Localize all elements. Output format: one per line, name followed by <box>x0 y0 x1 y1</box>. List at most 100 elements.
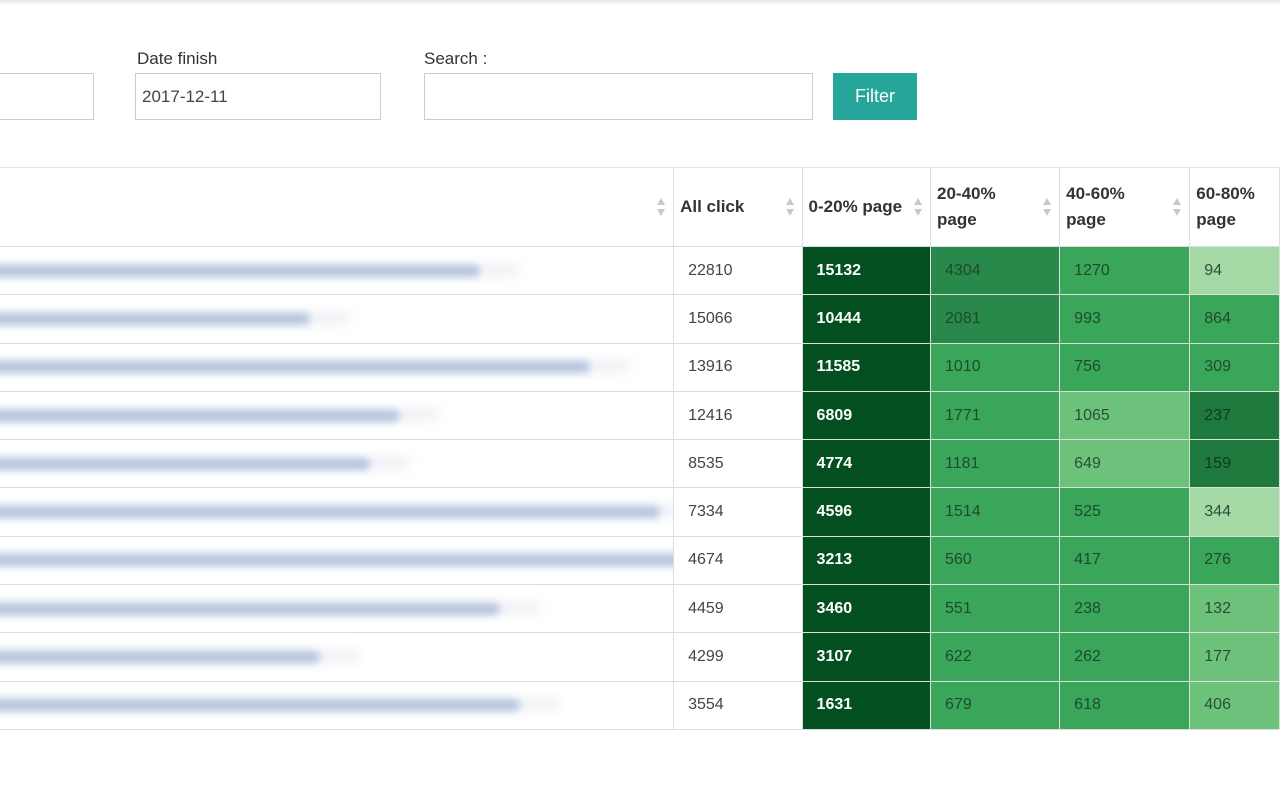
range-40-60-cell: 262 <box>1059 632 1191 682</box>
sort-icon[interactable] <box>657 197 666 217</box>
all-click-cell: 22810 <box>673 245 803 296</box>
all-click-cell: 15066 <box>673 294 803 344</box>
table-header-row: All click 0-20% page 20-40% page 40-60% … <box>0 167 1280 247</box>
column-header-all-click[interactable]: All click <box>673 167 803 247</box>
all-click-cell: 3554 <box>673 680 803 730</box>
search-input[interactable] <box>424 73 813 120</box>
range-60-80-cell: 132 <box>1189 584 1280 634</box>
range-0-20-cell: 15132 <box>801 245 932 296</box>
table-row: 15066 10444 2081 993 864 <box>0 294 1280 344</box>
range-60-80-cell: 864 <box>1189 294 1280 344</box>
range-0-20-cell: 11585 <box>801 342 932 392</box>
range-20-40-cell: 4304 <box>930 245 1061 296</box>
date-finish-label: Date finish <box>137 49 218 68</box>
range-40-60-cell: 417 <box>1059 535 1191 586</box>
table-row: 22810 15132 4304 1270 94 <box>0 245 1280 296</box>
range-0-20-cell: 10444 <box>801 294 932 344</box>
range-20-40-cell: 1771 <box>930 390 1061 441</box>
all-click-cell: 7334 <box>673 487 803 537</box>
redacted-url <box>0 312 310 325</box>
range-0-20-cell: 6809 <box>801 390 932 441</box>
page-url-cell[interactable] <box>0 439 675 489</box>
table-row: 4459 3460 551 238 132 <box>0 584 1280 634</box>
column-header-label: 60-80% page <box>1196 184 1255 229</box>
redacted-url <box>0 699 520 712</box>
filter-button[interactable]: Filter <box>833 73 917 120</box>
range-40-60-cell: 756 <box>1059 342 1191 392</box>
top-shadow <box>0 0 1280 6</box>
range-60-80-cell: 344 <box>1189 487 1280 537</box>
column-header-label: 20-40% page <box>937 184 996 229</box>
range-40-60-cell: 993 <box>1059 294 1191 344</box>
column-header-0-20[interactable]: 0-20% page <box>801 167 932 247</box>
page-url-cell[interactable] <box>0 245 675 296</box>
column-header-20-40[interactable]: 20-40% page <box>930 167 1061 247</box>
range-20-40-cell: 551 <box>930 584 1061 634</box>
redacted-url <box>0 361 590 374</box>
sort-icon[interactable] <box>1173 197 1182 217</box>
page-url-cell[interactable] <box>0 632 675 682</box>
sort-icon[interactable] <box>785 197 795 217</box>
range-20-40-cell: 1514 <box>930 487 1061 537</box>
range-0-20-cell: 1631 <box>801 680 932 730</box>
page-url-cell[interactable] <box>0 584 675 634</box>
column-header-label: All click <box>680 197 745 216</box>
range-40-60-cell: 618 <box>1059 680 1191 730</box>
range-20-40-cell: 2081 <box>930 294 1061 344</box>
sort-icon[interactable] <box>914 197 923 217</box>
sort-icon[interactable] <box>1043 197 1052 217</box>
page-url-cell[interactable] <box>0 294 675 344</box>
redacted-url <box>0 264 480 277</box>
range-60-80-cell: 406 <box>1189 680 1280 730</box>
stats-table-wrapper: All click 0-20% page 20-40% page 40-60% … <box>0 167 1280 730</box>
all-click-cell: 13916 <box>673 342 803 392</box>
redacted-url <box>0 457 370 470</box>
page-url-cell[interactable] <box>0 680 675 730</box>
all-click-cell: 12416 <box>673 390 803 441</box>
table-row: 7334 4596 1514 525 344 <box>0 487 1280 537</box>
page-url-cell[interactable] <box>0 342 675 392</box>
table-row: 8535 4774 1181 649 159 <box>0 439 1280 489</box>
all-click-cell: 4299 <box>673 632 803 682</box>
range-60-80-cell: 94 <box>1189 245 1280 296</box>
range-40-60-cell: 1270 <box>1059 245 1191 296</box>
column-header-label: 0-20% page <box>808 197 903 216</box>
all-click-cell: 8535 <box>673 439 803 489</box>
date-start-input[interactable] <box>0 73 94 120</box>
range-60-80-cell: 276 <box>1189 535 1280 586</box>
page-url-cell[interactable] <box>0 535 675 586</box>
range-0-20-cell: 4596 <box>801 487 932 537</box>
range-40-60-cell: 525 <box>1059 487 1191 537</box>
column-header-label: 40-60% page <box>1066 184 1125 229</box>
range-0-20-cell: 3460 <box>801 584 932 634</box>
table-row: 3554 1631 679 618 406 <box>0 680 1280 730</box>
redacted-url <box>0 409 400 422</box>
redacted-url <box>0 554 673 567</box>
table-row: 4299 3107 622 262 177 <box>0 632 1280 682</box>
redacted-url <box>0 651 320 664</box>
range-60-80-cell: 237 <box>1189 390 1280 441</box>
range-20-40-cell: 560 <box>930 535 1061 586</box>
range-60-80-cell: 309 <box>1189 342 1280 392</box>
range-40-60-cell: 649 <box>1059 439 1191 489</box>
table-row: 12416 6809 1771 1065 237 <box>0 390 1280 441</box>
range-60-80-cell: 177 <box>1189 632 1280 682</box>
range-20-40-cell: 1181 <box>930 439 1061 489</box>
range-60-80-cell: 159 <box>1189 439 1280 489</box>
range-20-40-cell: 1010 <box>930 342 1061 392</box>
range-40-60-cell: 238 <box>1059 584 1191 634</box>
page-url-cell[interactable] <box>0 390 675 441</box>
column-header-name[interactable] <box>0 167 675 247</box>
range-20-40-cell: 622 <box>930 632 1061 682</box>
date-finish-input[interactable]: 2017-12-11 <box>135 73 381 120</box>
search-label: Search : <box>424 49 488 68</box>
table-row: 4674 3213 560 417 276 <box>0 535 1280 586</box>
range-0-20-cell: 4774 <box>801 439 932 489</box>
column-header-40-60[interactable]: 40-60% page <box>1059 167 1191 247</box>
range-0-20-cell: 3107 <box>801 632 932 682</box>
page-url-cell[interactable] <box>0 487 675 537</box>
column-header-60-80[interactable]: 60-80% page <box>1189 167 1280 247</box>
all-click-cell: 4459 <box>673 584 803 634</box>
redacted-url <box>0 602 500 615</box>
redacted-url <box>0 506 660 519</box>
